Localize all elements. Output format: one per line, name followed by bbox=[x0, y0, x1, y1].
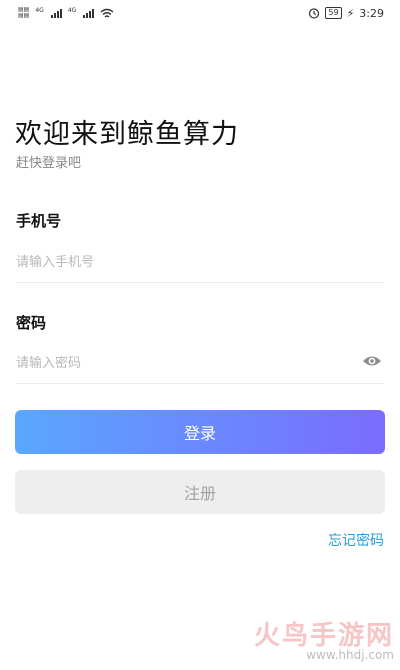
phone-label: 手机号 bbox=[16, 212, 62, 230]
page-title: 欢迎来到鲸鱼算力 bbox=[15, 119, 239, 150]
login-screen: ▤▤ ▤▤ 4G 4G 59 ⚡ 3:29 欢迎来到鲸鱼算力 赶快登录吧 手机号… bbox=[0, 0, 400, 670]
carrier-icon: ▤▤ ▤▤ bbox=[18, 6, 30, 19]
status-left: ▤▤ ▤▤ 4G 4G bbox=[18, 7, 114, 19]
alarm-clock-icon bbox=[309, 8, 320, 19]
status-bar: ▤▤ ▤▤ 4G 4G 59 ⚡ 3:29 bbox=[0, 0, 400, 26]
register-button[interactable]: 注册 bbox=[15, 470, 385, 514]
password-input[interactable] bbox=[16, 344, 384, 384]
watermark-logo: 火鸟手游网 bbox=[253, 621, 394, 651]
page-subtitle: 赶快登录吧 bbox=[16, 156, 82, 171]
status-time: 3:29 bbox=[359, 6, 384, 20]
status-right: 59 ⚡ 3:29 bbox=[308, 7, 384, 20]
password-label: 密码 bbox=[16, 314, 47, 332]
phone-input[interactable] bbox=[16, 243, 384, 283]
signal-strength-icon bbox=[83, 8, 95, 18]
wifi-icon bbox=[100, 8, 114, 18]
watermark: 火鸟手游网 www.hhdj.com bbox=[254, 615, 394, 662]
eye-icon[interactable] bbox=[362, 354, 382, 368]
login-button[interactable]: 登录 bbox=[15, 410, 385, 454]
signal2-label: 4G bbox=[67, 7, 77, 14]
signal-strength-icon bbox=[50, 8, 62, 18]
battery-indicator: 59 bbox=[325, 7, 342, 19]
charging-icon: ⚡ bbox=[346, 6, 355, 20]
signal1-label: 4G bbox=[35, 7, 44, 14]
forgot-password-link[interactable]: 忘记密码 bbox=[328, 530, 384, 550]
